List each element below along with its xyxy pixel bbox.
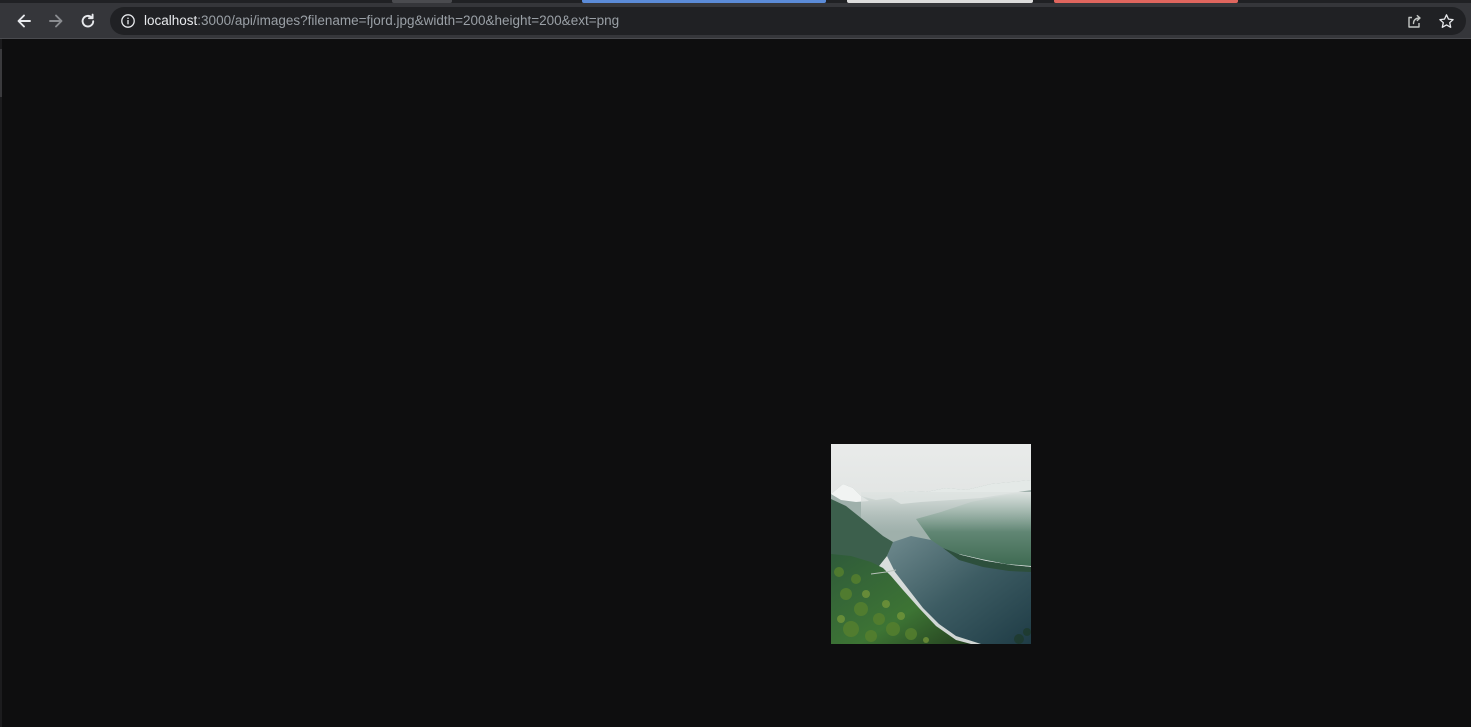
browser-toolbar: localhost:3000/api/images?filename=fjord… — [0, 3, 1471, 39]
share-icon — [1407, 14, 1421, 28]
reload-icon — [81, 13, 95, 28]
address-url[interactable]: localhost:3000/api/images?filename=fjord… — [144, 7, 619, 35]
star-icon — [1438, 13, 1454, 28]
back-button[interactable] — [10, 7, 38, 35]
info-icon[interactable] — [120, 13, 136, 29]
url-host: localhost — [144, 13, 198, 28]
share-button[interactable] — [1404, 11, 1424, 31]
browser-window: localhost:3000/api/images?filename=fjord… — [0, 0, 1471, 727]
bookmark-button[interactable] — [1436, 11, 1456, 31]
forward-button[interactable] — [42, 7, 70, 35]
page-viewport — [0, 39, 1471, 727]
fjord-photo — [831, 444, 1031, 644]
arrow-right-icon — [49, 14, 63, 28]
url-path: :3000/api/images?filename=fjord.jpg&widt… — [197, 13, 620, 28]
arrow-left-icon — [17, 14, 31, 28]
fjord-image[interactable] — [831, 444, 1031, 644]
reload-button[interactable] — [74, 7, 102, 35]
viewport-left-edge — [0, 39, 2, 727]
viewport-left-edge-highlight — [0, 49, 2, 97]
address-bar[interactable]: localhost:3000/api/images?filename=fjord… — [110, 7, 1466, 35]
